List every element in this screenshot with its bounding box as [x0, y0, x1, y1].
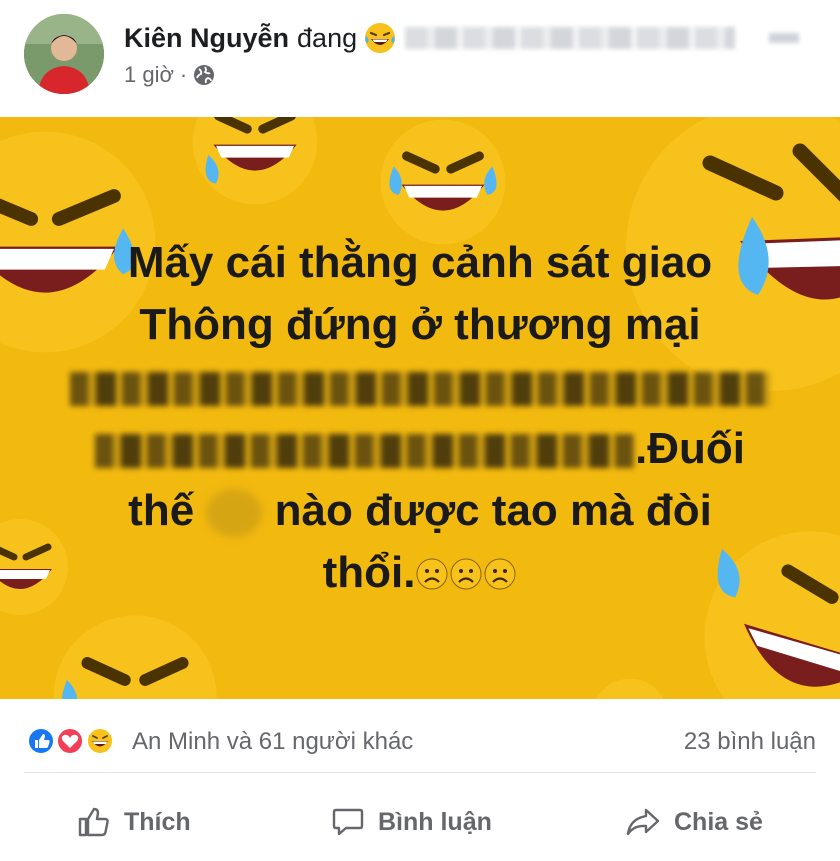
frowning-face-icon	[450, 558, 482, 590]
image-text-line-3-blurred	[0, 356, 840, 418]
image-text-line-6-text: thổi.	[322, 548, 416, 597]
laughing-emoji-bg-icon	[53, 615, 217, 699]
blurred-text-segment	[70, 372, 770, 407]
blurred-word	[206, 489, 263, 538]
comment-icon	[332, 808, 364, 836]
blurred-feeling-text	[405, 27, 736, 49]
image-text-line-4: .Đuối	[0, 418, 840, 480]
blurred-text-segment	[95, 434, 635, 469]
like-reaction-icon	[27, 727, 55, 755]
action-bar: Thích Bình luận Chia sẻ	[0, 788, 840, 858]
status-verb: đang	[297, 22, 358, 53]
image-text-line-5: thế nào được tao mà đòi	[0, 480, 840, 542]
avatar[interactable]	[24, 14, 104, 94]
image-text-line-1: Mấy cái thằng cảnh sát giao	[127, 238, 713, 287]
like-label: Thích	[124, 807, 191, 836]
post-image[interactable]: Mấy cái thằng cảnh sát giao Thông đứng ở…	[0, 117, 840, 699]
globe-icon[interactable]	[193, 64, 215, 86]
image-text-line-4-end: .Đuối	[635, 424, 745, 473]
image-text-line-2: Thông đứng ở thương mại	[139, 300, 701, 349]
thumbs-up-icon	[78, 807, 109, 837]
post-header: Kiên Nguyễn đang 1 giờ ·	[0, 0, 840, 112]
comment-label: Bình luận	[378, 807, 492, 836]
image-text-line-5-start: thế	[128, 486, 195, 535]
reaction-icons[interactable]	[26, 726, 118, 756]
love-reaction-icon	[56, 727, 84, 755]
divider	[24, 772, 816, 773]
author-name[interactable]: Kiên Nguyễn	[124, 23, 289, 54]
share-button[interactable]: Chia sẻ	[624, 796, 763, 848]
timestamp[interactable]: 1 giờ	[124, 62, 174, 88]
share-label: Chia sẻ	[674, 807, 763, 836]
comments-count[interactable]: 23 bình luận	[684, 728, 816, 756]
laughing-tears-emoji-icon	[363, 21, 397, 55]
image-text-line-5-end: nào được tao mà đòi	[274, 486, 712, 535]
frowning-face-icon	[484, 558, 516, 590]
haha-reaction-icon	[86, 727, 114, 755]
comment-button[interactable]: Bình luận	[330, 796, 492, 848]
laughing-emoji-bg-icon	[380, 119, 506, 245]
separator-dot: ·	[179, 62, 188, 87]
avatar-photo	[24, 14, 104, 94]
reactions-summary[interactable]: An Minh và 61 người khác	[132, 728, 413, 756]
laughing-emoji-bg-icon	[596, 678, 664, 699]
author-line: Kiên Nguyễn đang	[124, 20, 800, 56]
frowning-face-icon	[416, 558, 448, 590]
image-text-line-6: thổi.	[0, 542, 840, 604]
like-button[interactable]: Thích	[76, 796, 191, 848]
blurred-tail	[769, 33, 800, 43]
share-arrow-icon	[626, 808, 660, 836]
post-meta: 1 giờ ·	[124, 62, 215, 88]
post-image-text: Mấy cái thằng cảnh sát giao Thông đứng ở…	[0, 232, 840, 604]
laughing-emoji-bg-icon	[192, 117, 318, 205]
reactions-bar: An Minh và 61 người khác 23 bình luận	[0, 712, 840, 768]
